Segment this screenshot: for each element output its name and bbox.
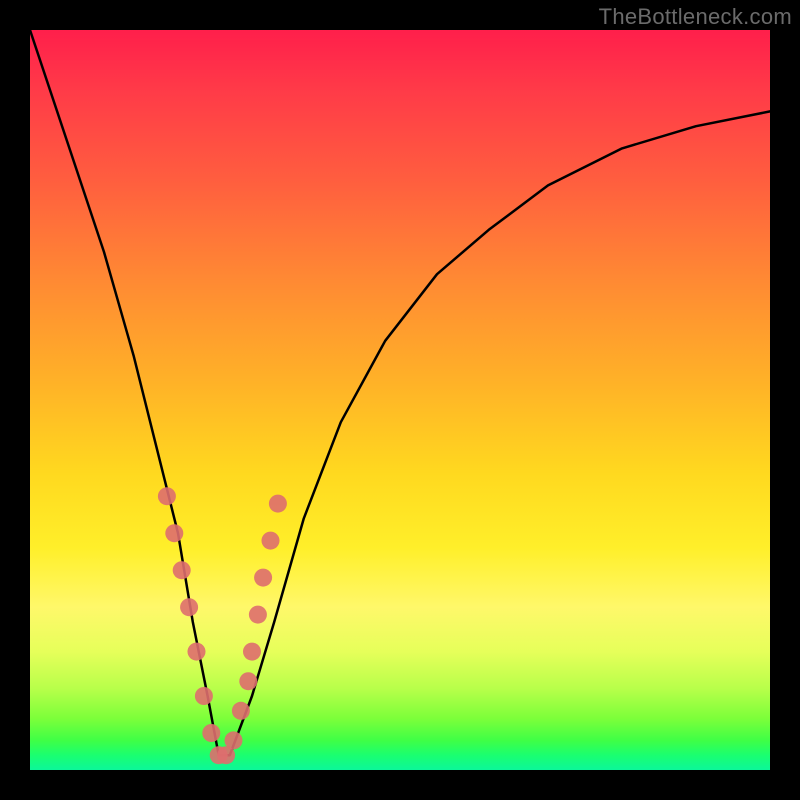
marker-dot xyxy=(188,643,206,661)
marker-group xyxy=(158,487,287,764)
marker-dot xyxy=(158,487,176,505)
marker-dot xyxy=(249,606,267,624)
marker-dot xyxy=(202,724,220,742)
marker-dot xyxy=(243,643,261,661)
marker-dot xyxy=(239,672,257,690)
watermark-text: TheBottleneck.com xyxy=(599,4,792,30)
curve-svg xyxy=(30,30,770,770)
marker-dot xyxy=(165,524,183,542)
outer-frame: TheBottleneck.com xyxy=(0,0,800,800)
marker-dot xyxy=(232,702,250,720)
marker-dot xyxy=(225,731,243,749)
plot-area xyxy=(30,30,770,770)
marker-dot xyxy=(195,687,213,705)
marker-dot xyxy=(269,495,287,513)
marker-dot xyxy=(180,598,198,616)
marker-dot xyxy=(173,561,191,579)
marker-dot xyxy=(262,532,280,550)
bottleneck-curve xyxy=(30,30,770,755)
marker-dot xyxy=(254,569,272,587)
